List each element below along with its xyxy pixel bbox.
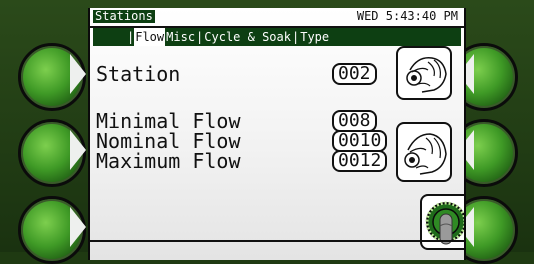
nominal-flow-label: Nominal Flow (96, 129, 241, 153)
tab-type[interactable]: Type (299, 28, 330, 46)
maximum-flow-value[interactable]: 0012 (332, 150, 388, 172)
device-bezel: Stations WED 5:43:40 PM |Flow Misc|Cycle … (0, 0, 534, 264)
station-adjust-button[interactable] (396, 46, 452, 100)
hand-turning-knob-icon (406, 57, 447, 93)
nominal-flow-value[interactable]: 0010 (332, 130, 388, 152)
maximum-flow-label: Maximum Flow (96, 149, 241, 173)
tab-bar: |Flow Misc|Cycle & Soak|Type (93, 28, 461, 46)
lcd-screen: Stations WED 5:43:40 PM |Flow Misc|Cycle … (88, 8, 466, 260)
clock-readout: WED 5:43:40 PM (356, 9, 458, 23)
tab-misc[interactable]: Misc (165, 28, 196, 46)
left-softkey-2-pointer (70, 130, 86, 170)
tab-separator: | (196, 30, 204, 44)
title-bar: Stations WED 5:43:40 PM (90, 8, 464, 28)
station-value[interactable]: 002 (332, 63, 377, 85)
flow-adjust-button[interactable] (396, 122, 452, 182)
bottom-divider (90, 240, 464, 242)
tab-separator: | (127, 30, 135, 44)
minimal-flow-label: Minimal Flow (96, 109, 241, 133)
left-softkey-3-pointer (70, 207, 86, 247)
tab-cycle-soak[interactable]: Cycle & Soak (203, 28, 292, 46)
station-label: Station (96, 62, 181, 86)
minimal-flow-value[interactable]: 008 (332, 110, 377, 132)
hand-turning-knob-icon (404, 133, 447, 175)
left-softkey-1-pointer (70, 54, 86, 94)
tab-flow[interactable]: Flow (134, 28, 166, 46)
tab-separator: | (291, 30, 300, 44)
page-title: Stations (93, 9, 155, 23)
